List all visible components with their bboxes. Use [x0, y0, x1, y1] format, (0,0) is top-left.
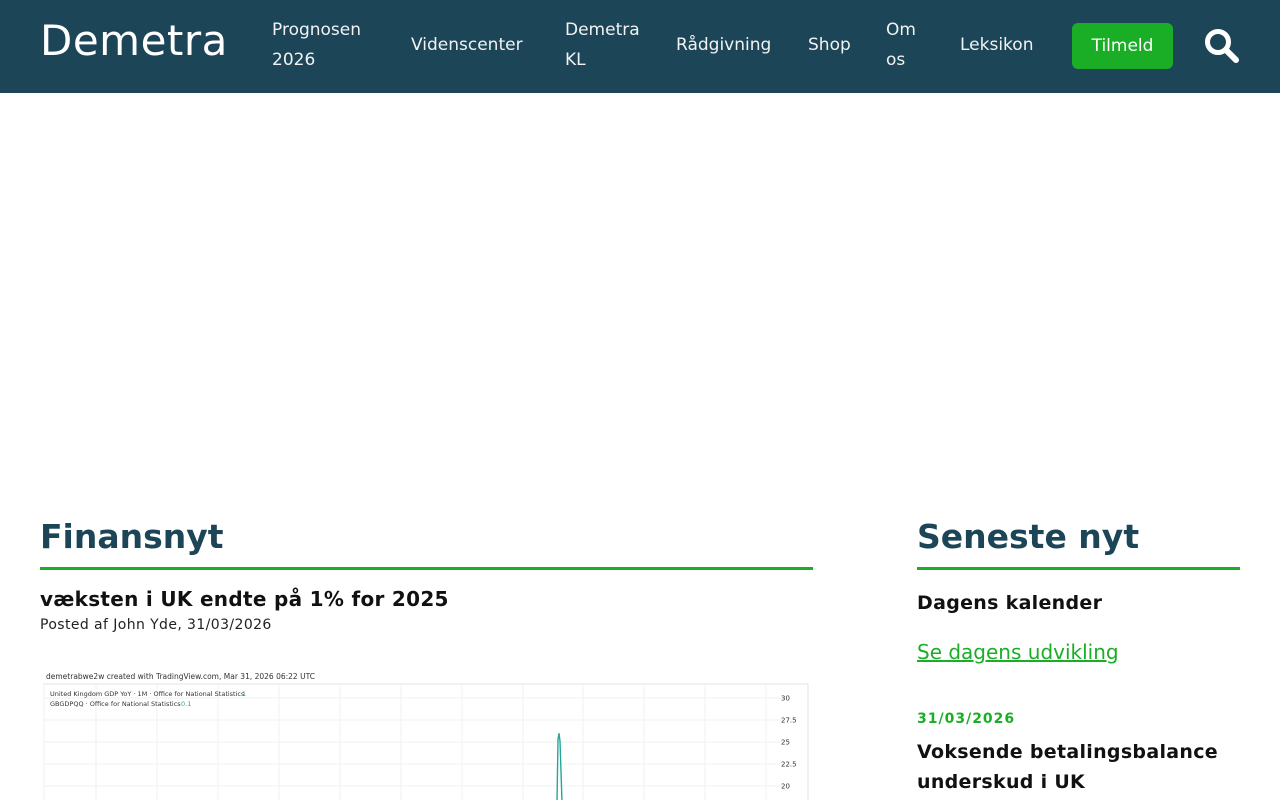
- ad-placeholder: [0, 93, 1280, 493]
- nav-raadgivning[interactable]: Rådgivning: [676, 30, 771, 60]
- chart-legend-2: GBGDPQQ · Office for National Statistics: [50, 700, 181, 708]
- article-meta: Posted af John Yde, 31/03/2026: [40, 617, 272, 633]
- chart-caption: demetrabwe2w created with TradingView.co…: [46, 672, 315, 681]
- chart-legend-1-value: 1: [242, 690, 246, 698]
- chart-y-tick-label: 27.5: [781, 717, 797, 725]
- news-title[interactable]: Voksende betalingsbalance underskud i UK: [917, 737, 1240, 797]
- news-date: 31/03/2026: [917, 711, 1016, 727]
- search-icon[interactable]: [1203, 27, 1241, 65]
- chart-legend-2-value: 0.1: [181, 700, 191, 708]
- article-title[interactable]: væksten i UK endte på 1% for 2025: [40, 586, 449, 612]
- section-title-seneste-nyt: Seneste nyt: [917, 517, 1140, 556]
- chart-svg: demetrabwe2w created with TradingView.co…: [40, 668, 813, 800]
- nav-videnscenter[interactable]: Videnscenter: [411, 30, 523, 60]
- divider: [917, 567, 1240, 570]
- site-header: Demetra Prognosen 2026 Videnscenter Deme…: [0, 0, 1280, 93]
- calendar-link[interactable]: Se dagens udvikling: [917, 638, 1119, 666]
- chart-y-tick-label: 30: [781, 695, 790, 703]
- article-chart-image[interactable]: demetrabwe2w created with TradingView.co…: [40, 668, 813, 800]
- section-title-finansnyt: Finansnyt: [40, 517, 224, 556]
- chart-legend-1: United Kingdom GDP YoY · 1M · Office for…: [50, 690, 245, 698]
- divider: [40, 567, 813, 570]
- nav-demetra-kl[interactable]: Demetra KL: [565, 15, 655, 75]
- nav-leksikon[interactable]: Leksikon: [960, 30, 1033, 60]
- nav-shop[interactable]: Shop: [808, 30, 851, 60]
- chart-y-tick-label: 22.5: [781, 761, 797, 769]
- calendar-heading: Dagens kalender: [917, 592, 1103, 614]
- logo[interactable]: Demetra: [40, 17, 228, 65]
- nav-om-os[interactable]: Om os: [886, 15, 926, 75]
- chart-y-tick-label: 25: [781, 739, 790, 747]
- nav-prognosen[interactable]: Prognosen 2026: [272, 15, 382, 75]
- chart-y-tick-label: 20: [781, 783, 790, 791]
- signup-button[interactable]: Tilmeld: [1072, 23, 1173, 69]
